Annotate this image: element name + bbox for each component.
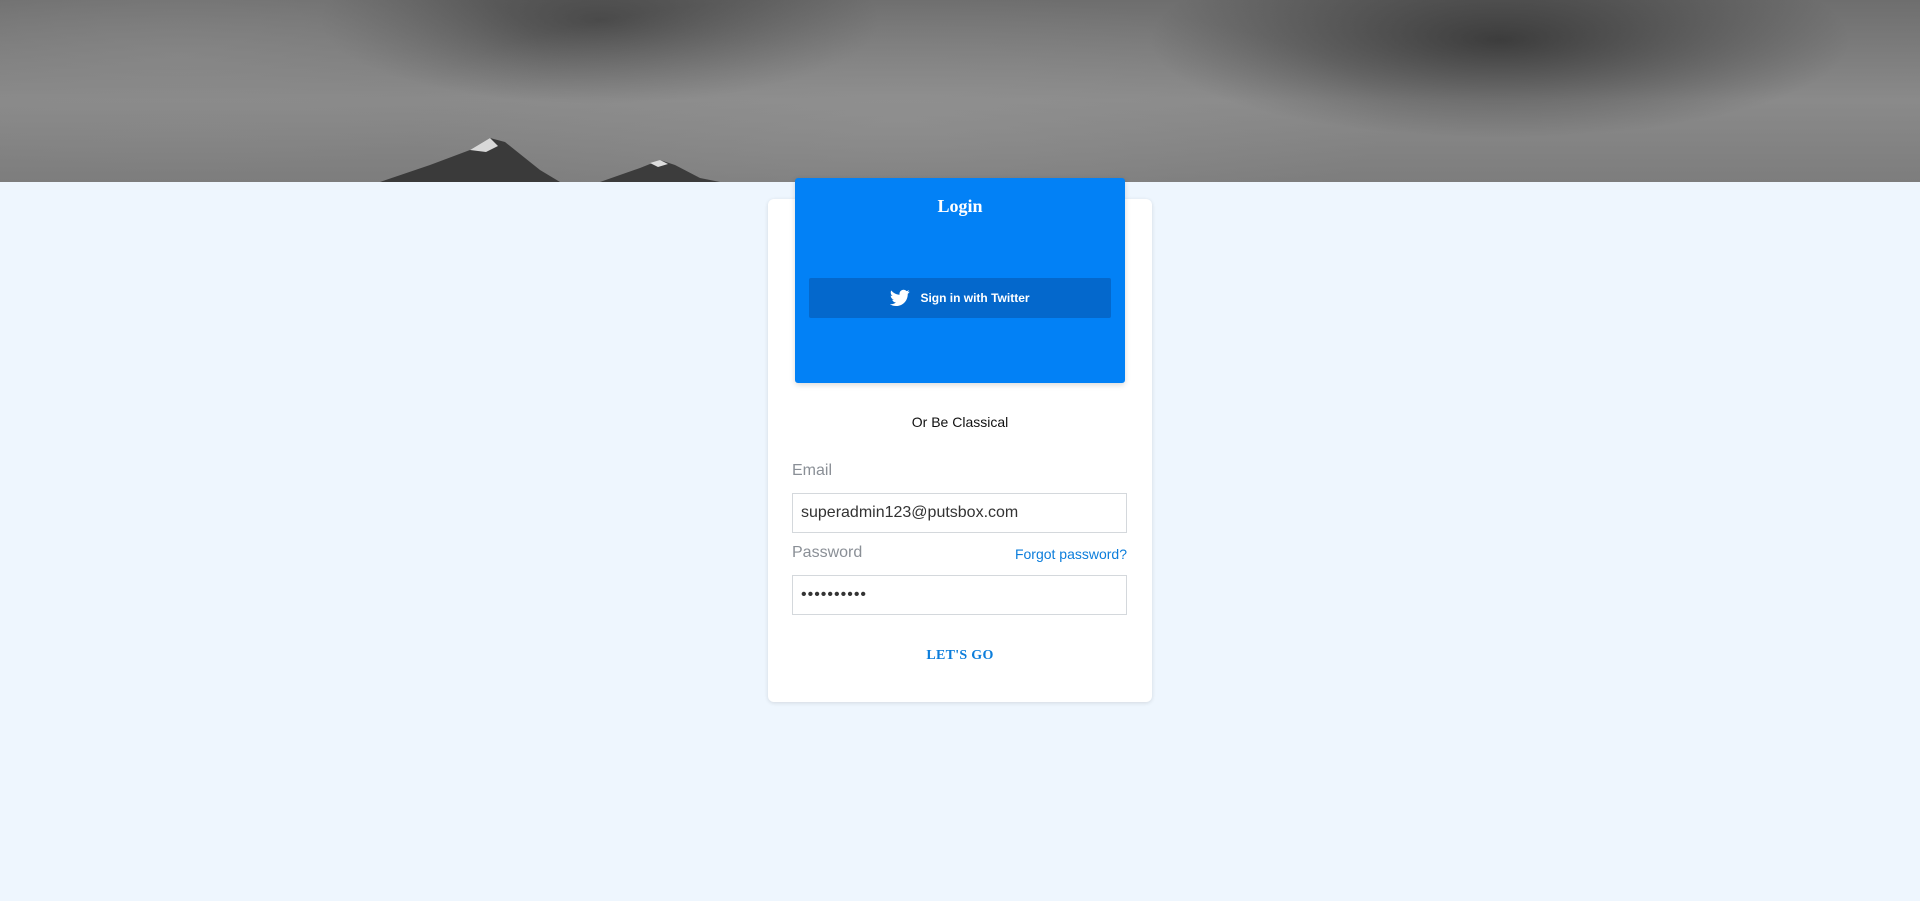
- password-label: Password: [792, 544, 863, 561]
- hero-background-image: [0, 0, 1920, 182]
- mountain-silhouette: [380, 138, 720, 182]
- forgot-password-link[interactable]: Forgot password?: [1015, 546, 1127, 562]
- password-field[interactable]: [792, 575, 1127, 615]
- submit-button[interactable]: LET'S GO: [768, 648, 1152, 664]
- twitter-signin-button[interactable]: Sign in with Twitter: [809, 278, 1111, 318]
- email-field[interactable]: [792, 493, 1127, 533]
- email-label: Email: [792, 462, 833, 479]
- twitter-signin-label: Sign in with Twitter: [920, 291, 1030, 305]
- divider-text: Or Be Classical: [911, 414, 1009, 430]
- login-header: Login Sign in with Twitter: [795, 178, 1125, 383]
- login-title: Login: [937, 196, 983, 216]
- twitter-bird-icon: [890, 289, 911, 307]
